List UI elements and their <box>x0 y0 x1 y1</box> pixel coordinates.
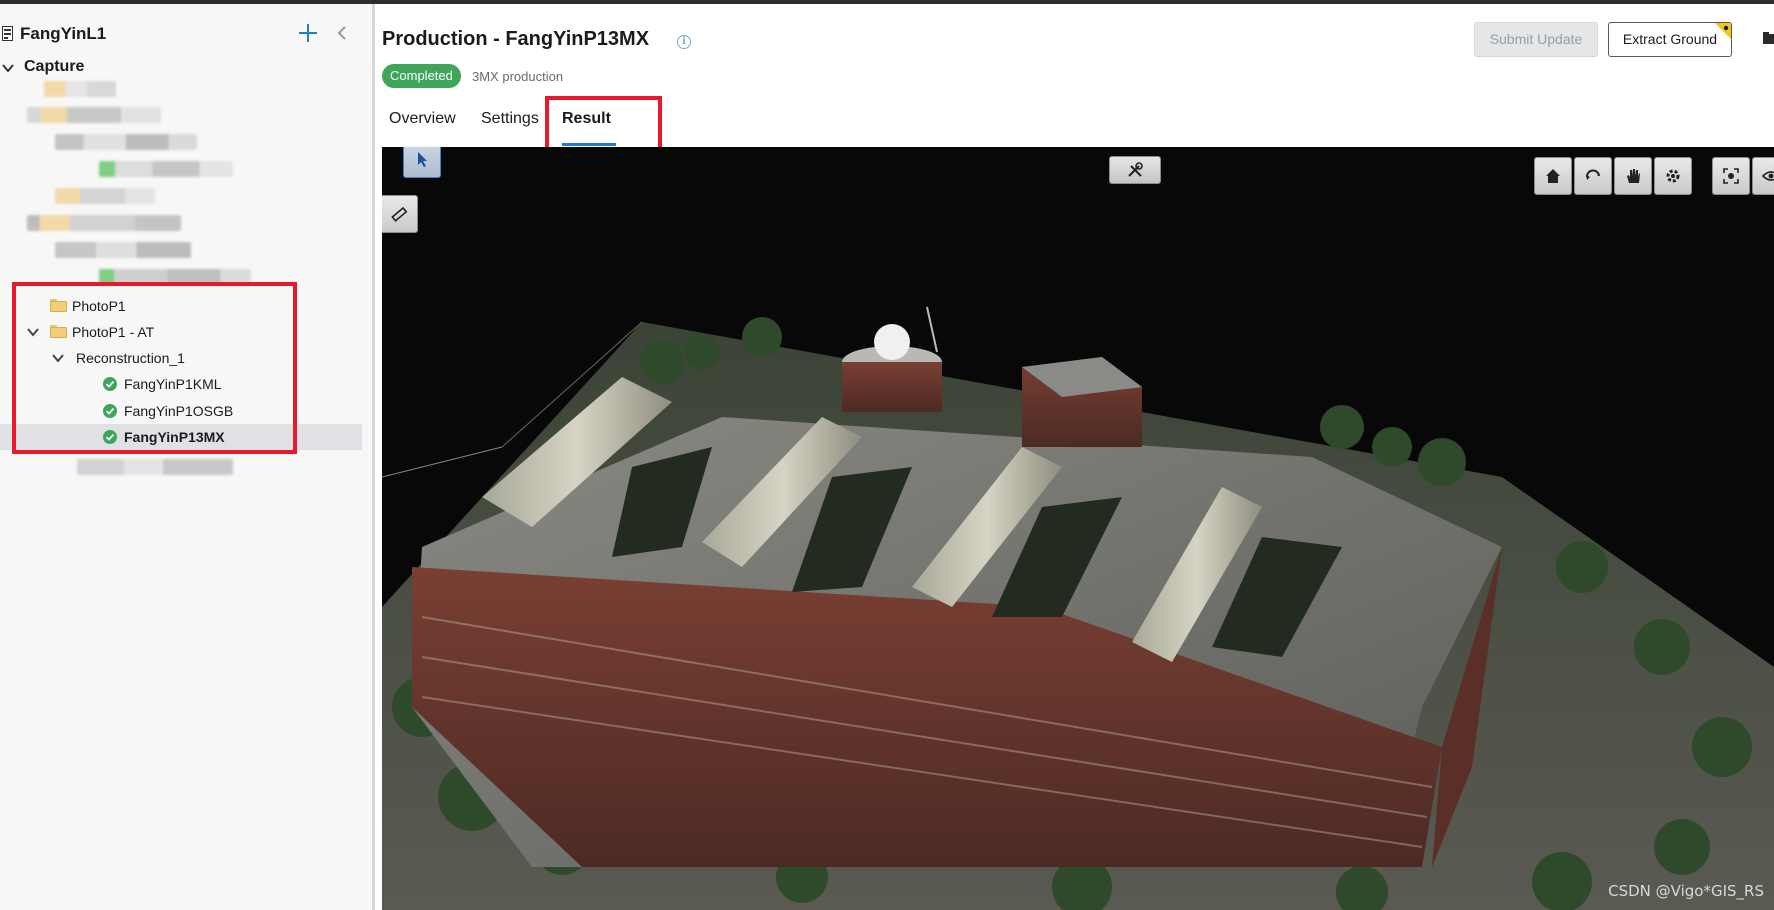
new-badge-icon <box>1715 23 1731 39</box>
folder-icon <box>50 299 67 312</box>
extract-ground-label: Extract Ground <box>1622 31 1718 47</box>
tree-root-label: Capture <box>24 58 85 75</box>
extract-ground-button[interactable]: Extract Ground <box>1608 22 1732 57</box>
select-tool-button[interactable] <box>403 147 441 178</box>
tree-item-label: FangYinP1OSGB <box>124 403 234 419</box>
home-icon <box>1546 169 1560 183</box>
obscured-tree-item <box>55 134 197 150</box>
tab-overview[interactable]: Overview <box>389 110 456 128</box>
3d-model-render[interactable] <box>382 147 1774 910</box>
measure-tool-button[interactable] <box>382 195 418 233</box>
completed-check-icon <box>103 404 117 418</box>
tree-item-label: FangYinP1KML <box>124 376 222 392</box>
focus-button[interactable] <box>1712 157 1750 195</box>
info-icon[interactable]: i <box>677 35 691 49</box>
tree-item-fangyinp1osgb[interactable]: FangYinP1OSGB <box>0 398 362 424</box>
visibility-button[interactable] <box>1752 157 1774 195</box>
chevron-down-icon[interactable] <box>51 351 65 365</box>
collapse-sidebar-icon[interactable] <box>334 25 350 41</box>
obscured-tree-item <box>77 459 233 475</box>
tree-item-label: Reconstruction_1 <box>76 350 185 366</box>
obscured-tree-item <box>55 242 191 258</box>
submit-update-button[interactable]: Submit Update <box>1474 22 1598 57</box>
pan-icon <box>1627 169 1640 183</box>
folder-icon[interactable] <box>1762 32 1774 46</box>
tree-item-label: PhotoP1 <box>72 298 126 314</box>
tree-item-label: FangYinP13MX <box>124 429 225 445</box>
select-icon <box>418 152 427 167</box>
viewer-settings-button[interactable] <box>1654 157 1692 195</box>
obscured-tree-item <box>44 81 116 97</box>
active-tab-indicator <box>562 143 616 146</box>
chevron-down-icon[interactable] <box>26 325 40 339</box>
home-view-button[interactable] <box>1534 157 1572 195</box>
tree-item-reconstruction[interactable]: Reconstruction_1 <box>0 345 362 371</box>
tools-menu-button[interactable] <box>1109 156 1161 184</box>
completed-check-icon <box>103 377 117 391</box>
project-sidebar: FangYinL1 Capture PhotoP1 PhotoP1 - AT R… <box>0 4 372 910</box>
tree-root-capture[interactable]: Capture <box>0 55 372 81</box>
measure-icon <box>391 206 408 222</box>
3d-viewer[interactable]: CSDN @Vigo*GIS_RS <box>382 147 1774 910</box>
completed-check-icon <box>103 430 117 444</box>
production-type: 3MX production <box>472 69 564 84</box>
obscured-tree-item <box>55 188 155 204</box>
folder-icon <box>50 325 67 338</box>
tab-result[interactable]: Result <box>562 110 611 128</box>
orbit-icon <box>1586 169 1600 180</box>
tree-item-photop1-at[interactable]: PhotoP1 - AT <box>0 319 362 345</box>
project-header: FangYinL1 <box>0 18 372 50</box>
sidebar-divider[interactable] <box>372 4 375 910</box>
tree-item-fangyinp1kml[interactable]: FangYinP1KML <box>0 371 362 397</box>
pan-button[interactable] <box>1614 157 1652 195</box>
obscured-tree-item <box>27 215 181 231</box>
status-badge: Completed <box>382 64 461 88</box>
tree-item-fangyinp13mx[interactable]: FangYinP13MX <box>0 424 362 450</box>
tools-icon <box>1128 162 1143 177</box>
obscured-tree-item <box>27 107 161 123</box>
tab-settings[interactable]: Settings <box>481 110 539 128</box>
project-icon <box>2 26 13 41</box>
project-title: FangYinL1 <box>20 24 107 43</box>
settings-icon <box>1666 169 1680 183</box>
obscured-tree-item <box>99 161 233 177</box>
focus-icon <box>1723 168 1739 184</box>
chevron-down-icon[interactable] <box>1 61 15 75</box>
watermark: CSDN @Vigo*GIS_RS <box>1608 882 1764 900</box>
add-icon[interactable] <box>296 21 320 45</box>
orbit-button[interactable] <box>1574 157 1612 195</box>
tree-item-label: PhotoP1 - AT <box>72 324 155 340</box>
tree-item-photop1[interactable]: PhotoP1 <box>0 293 362 319</box>
obscured-tree-item <box>99 269 251 285</box>
page-title: Production - FangYinP13MX <box>382 28 650 50</box>
eye-icon <box>1762 171 1774 181</box>
